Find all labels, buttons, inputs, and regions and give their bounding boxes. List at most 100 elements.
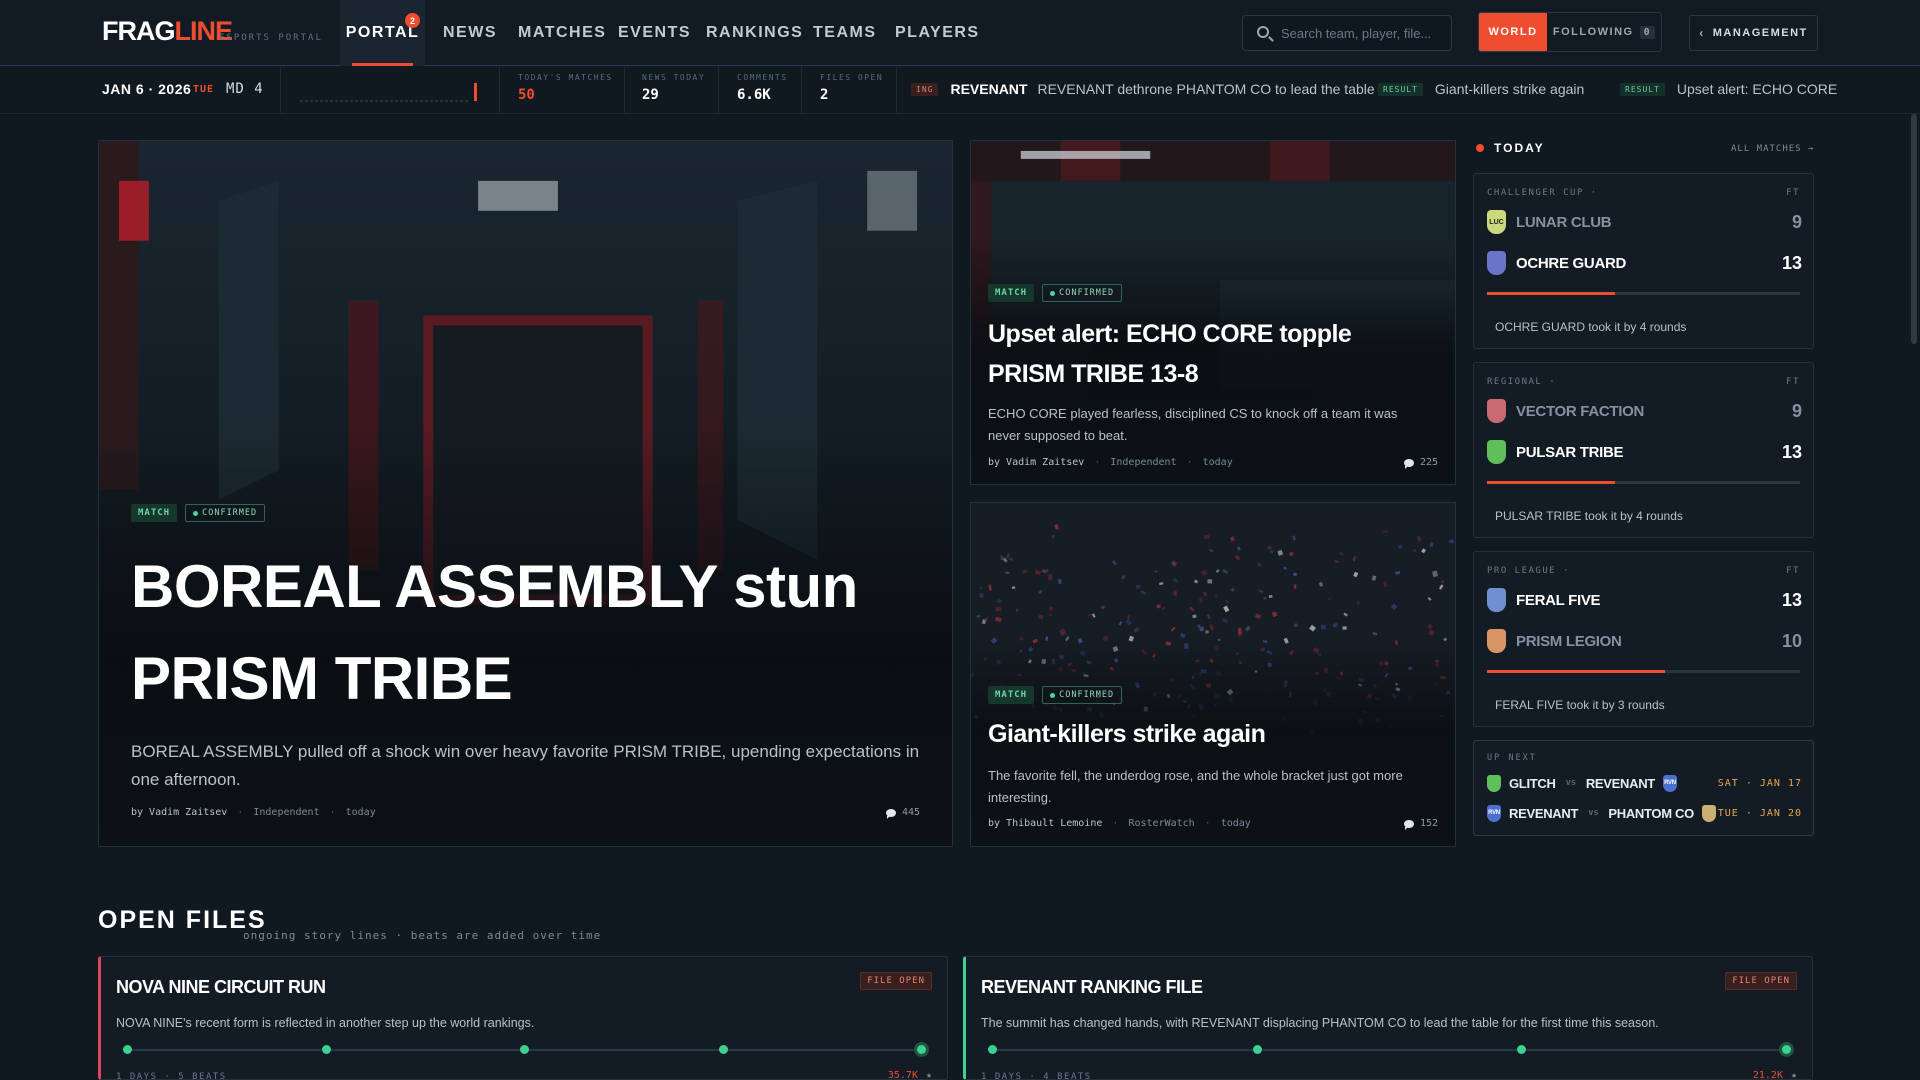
team-crest-icon: RVN <box>1662 774 1677 792</box>
all-matches-link[interactable]: ALL MATCHES → <box>1731 144 1814 154</box>
search-input[interactable]: Search team, player, file... <box>1242 15 1452 51</box>
beat-dot[interactable] <box>1782 1045 1791 1054</box>
story-badges: MATCH CONFIRMED <box>988 284 1123 302</box>
team-row: OCHRE GUARD 13 <box>1487 250 1802 276</box>
match-card[interactable]: REGIONAL · FT VECTOR FACTION 9 PULSAR TR… <box>1473 362 1814 538</box>
ticker-item[interactable]: ING REVENANT REVENANT dethrone PHANTOM C… <box>911 81 1375 97</box>
team-crest-icon <box>1487 399 1506 423</box>
open-files-subtitle: ongoing story lines · beats are added ov… <box>243 929 602 942</box>
ticker-item[interactable]: RESULT Giant-killers strike again <box>1378 81 1584 97</box>
up-next-title: UP NEXT <box>1487 753 1537 763</box>
comment-count[interactable]: 225 <box>1403 457 1438 469</box>
beat-dot[interactable] <box>321 1045 331 1054</box>
beat-dot[interactable] <box>520 1045 529 1054</box>
star-icon[interactable]: ★ <box>926 1070 932 1079</box>
team-name[interactable]: PRISM LEGION <box>1516 633 1782 650</box>
file-meta: 1 DAYS · 4 BEATS <box>981 1072 1092 1080</box>
team-row: PULSAR TRIBE 13 <box>1487 439 1802 465</box>
story-meta: by Vadim Zaitsev · Independent · today <box>988 457 1233 468</box>
top-navbar: FRAGLINE ESPORTS PORTAL PORTAL 2 NEWS MA… <box>0 0 1920 66</box>
match-card[interactable]: PRO LEAGUE · FT FERAL FIVE 13 PRISM LEGI… <box>1473 551 1814 727</box>
nav-players[interactable]: PLAYERS <box>895 0 980 66</box>
story-title[interactable]: Upset alert: ECHO CORE topple PRISM TRIB… <box>988 314 1428 394</box>
separator-dot: · <box>1186 457 1193 468</box>
nav-events[interactable]: EVENTS <box>618 0 691 66</box>
world-button[interactable]: WORLD <box>1479 13 1547 51</box>
star-icon[interactable]: ★ <box>1791 1070 1797 1079</box>
site-logo[interactable]: FRAGLINE <box>102 16 233 47</box>
team-crest-icon: LUC <box>1487 210 1506 234</box>
league-name: PRO LEAGUE · <box>1487 566 1571 576</box>
beat-dot[interactable] <box>1252 1045 1262 1054</box>
ticker-item[interactable]: RESULT Upset alert: ECHO CORE <box>1620 81 1837 97</box>
comment-count[interactable]: 152 <box>1403 818 1438 830</box>
confirmed-dot-icon <box>193 510 199 516</box>
beat-dot[interactable] <box>917 1045 926 1054</box>
fixture-row[interactable]: GLITCH vs REVENANT RVN SAT · JAN 17 <box>1487 771 1802 795</box>
comment-icon <box>1403 458 1414 469</box>
author[interactable]: by Vadim Zaitsev <box>988 457 1084 468</box>
home-team: GLITCH <box>1509 775 1556 791</box>
score-bar <box>1487 292 1800 295</box>
team-score: 9 <box>1791 400 1802 421</box>
team-crest-icon <box>1487 774 1501 792</box>
story-title[interactable]: Giant-killers strike again <box>988 714 1428 754</box>
stat-value: 29 <box>642 87 659 103</box>
nav-teams[interactable]: TEAMS <box>813 0 877 66</box>
team-name[interactable]: FERAL FIVE <box>1516 592 1782 609</box>
team-name[interactable]: LUNAR CLUB <box>1516 214 1792 231</box>
ticker-tag: RESULT <box>1378 82 1423 96</box>
management-button[interactable]: ‹ MANAGEMENT <box>1689 15 1818 51</box>
divider <box>499 67 500 113</box>
activity-sparkline <box>300 83 477 102</box>
file-title[interactable]: NOVA NINE CIRCUIT RUN <box>116 977 326 998</box>
match-card[interactable]: CHALLENGER CUP · FT LUC LUNAR CLUB 9 OCH… <box>1473 173 1814 349</box>
nav-rankings[interactable]: RANKINGS <box>706 0 803 66</box>
ticker-tag: RESULT <box>1620 82 1665 96</box>
page-scrollbar[interactable] <box>1911 114 1917 344</box>
beat-dot[interactable] <box>718 1045 728 1054</box>
author[interactable]: by Thibault Lemoine <box>988 818 1102 829</box>
confirmed-dot-icon <box>1050 290 1056 296</box>
separator-dot: · <box>329 807 336 818</box>
story-card[interactable]: MATCH CONFIRMED Giant-killers strike aga… <box>970 502 1456 847</box>
fixture-row[interactable]: RVN REVENANT vs PHANTOM CO TUE · JAN 20 <box>1487 801 1802 825</box>
comment-count[interactable]: 445 <box>885 807 920 819</box>
stat-label: FILES OPEN <box>820 73 884 82</box>
story-file-card[interactable]: NOVA NINE CIRCUIT RUN FILE OPEN NOVA NIN… <box>98 956 948 1080</box>
hero-story-card[interactable]: MATCH CONFIRMED BOREAL ASSEMBLY stun PRI… <box>98 140 953 847</box>
story-badges: MATCH CONFIRMED <box>131 504 266 522</box>
stat-label: NEWS TODAY <box>642 73 706 82</box>
following-button[interactable]: FOLLOWING 0 <box>1547 13 1661 51</box>
beat-dot[interactable] <box>1517 1045 1527 1054</box>
story-file-card[interactable]: REVENANT RANKING FILE FILE OPEN The summ… <box>963 956 1813 1080</box>
author[interactable]: by Vadim Zaitsev <box>131 807 227 818</box>
separator-dot: · <box>1112 818 1119 829</box>
league-name: REGIONAL · <box>1487 377 1557 387</box>
team-name[interactable]: VECTOR FACTION <box>1516 403 1792 420</box>
story-badges: MATCH CONFIRMED <box>988 686 1123 704</box>
team-name[interactable]: PULSAR TRIBE <box>1516 444 1782 461</box>
type-badge: MATCH <box>131 504 178 522</box>
story-meta: by Vadim Zaitsev · Independent · today <box>131 807 376 818</box>
nav-news[interactable]: NEWS <box>443 0 497 66</box>
separator-dot: · <box>1094 457 1101 468</box>
story-card[interactable]: MATCH CONFIRMED Upset alert: ECHO CORE t… <box>970 140 1456 485</box>
today-heading: TODAY <box>1476 141 1545 155</box>
file-meta: 1 DAYS · 5 BEATS <box>116 1072 227 1080</box>
nav-matches[interactable]: MATCHES <box>518 0 606 66</box>
read-count: 35.7K <box>887 1070 918 1080</box>
nav-portal[interactable]: PORTAL 2 <box>340 0 425 66</box>
team-row: LUC LUNAR CLUB 9 <box>1487 209 1802 235</box>
weekday: TUE <box>193 84 215 95</box>
following-label: FOLLOWING <box>1552 26 1634 38</box>
stat-value: 6.6K <box>737 87 771 103</box>
divider <box>718 67 719 113</box>
file-title[interactable]: REVENANT RANKING FILE <box>981 977 1203 998</box>
beat-dot[interactable] <box>123 1045 132 1054</box>
home-team: REVENANT <box>1509 805 1579 821</box>
team-name[interactable]: OCHRE GUARD <box>1516 255 1782 272</box>
status-badge: CONFIRMED <box>1042 686 1123 704</box>
hero-title[interactable]: BOREAL ASSEMBLY stun PRISM TRIBE <box>131 541 891 725</box>
beat-dot[interactable] <box>988 1045 997 1054</box>
